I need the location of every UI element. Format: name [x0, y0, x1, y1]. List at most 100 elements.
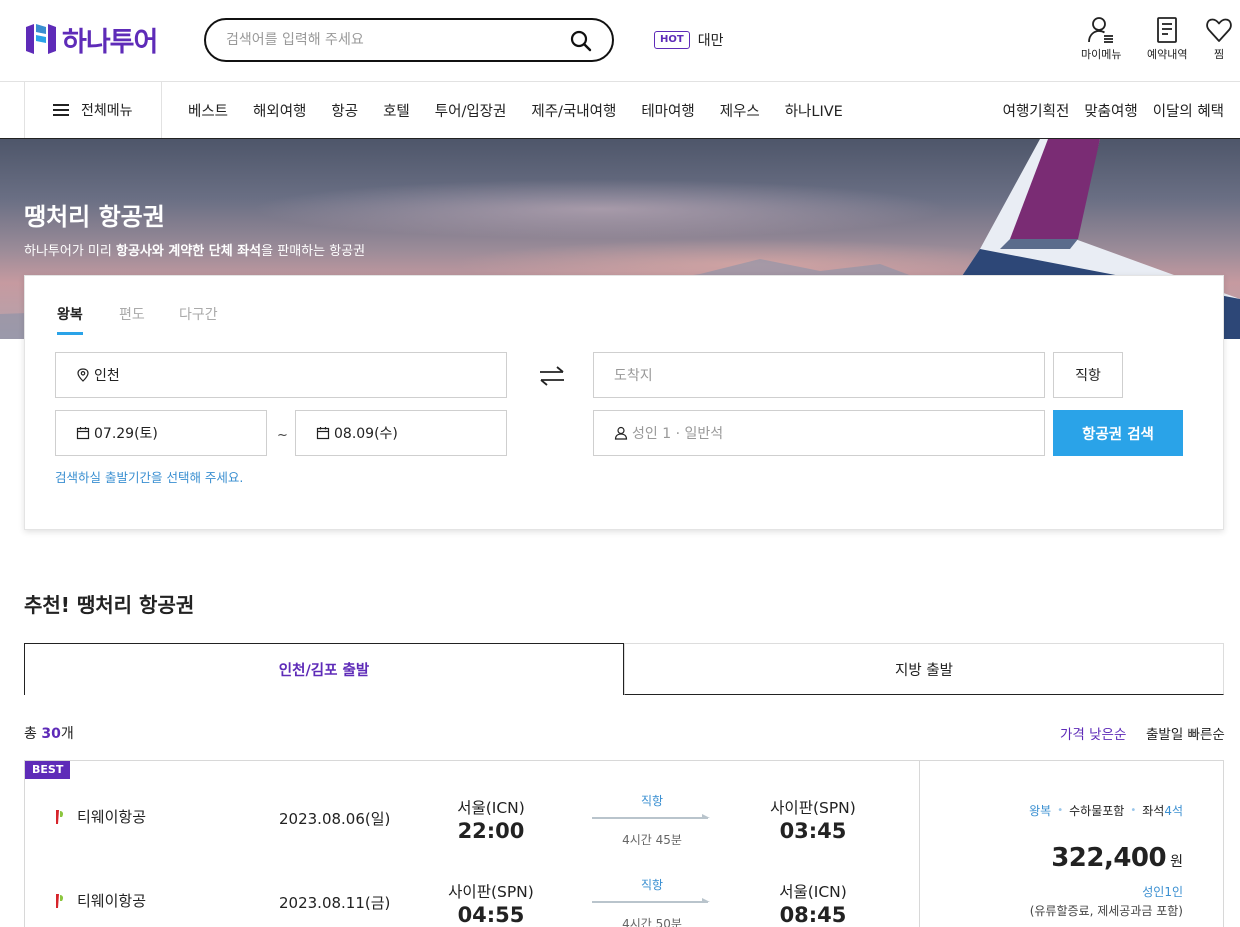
hamburger-icon [53, 104, 69, 116]
from-time: 04:55 [457, 903, 525, 927]
flight-date: 2023.08.06(일) [279, 810, 391, 828]
search-box [204, 18, 614, 62]
search-flight-button[interactable]: 항공권 검색 [1053, 410, 1183, 456]
swap-icon[interactable] [537, 365, 567, 387]
flight-search-panel: 왕복 편도 다구간 인천 도착지 직항 07.29(토) ~ 08.09(수) … [24, 275, 1224, 530]
origin-value: 인천 [94, 368, 120, 384]
search-icon[interactable] [570, 30, 592, 52]
baggage-label: 수하물포함 [1069, 804, 1125, 818]
return-date-value: 08.09(수) [334, 426, 398, 442]
tab-round-trip[interactable]: 왕복 [57, 304, 83, 335]
tab-incheon-gimpo[interactable]: 인천/김포 출발 [24, 643, 624, 695]
nav-item-hotel[interactable]: 호텔 [383, 100, 410, 121]
direct-flight-toggle[interactable]: 직항 [1053, 352, 1123, 398]
hot-keyword[interactable]: HOT 대만 [654, 30, 723, 50]
from-city: 서울(ICN) [457, 799, 525, 817]
nav-item-live[interactable]: 하나LIVE [785, 100, 843, 121]
tway-logo-icon [56, 893, 64, 908]
destination-placeholder: 도착지 [614, 368, 653, 384]
user-menu-icon [1088, 17, 1114, 43]
recommend-title: 추천! 땡처리 항공권 [24, 593, 195, 617]
airline-leg1: 티웨이항공 [53, 806, 146, 827]
flight-type: 직항 [640, 878, 664, 892]
sort-departure-early[interactable]: 출발일 빠른순 [1146, 723, 1225, 743]
flight-type: 직항 [640, 794, 664, 808]
wishlist-button[interactable]: 찜 [1205, 16, 1233, 62]
airline-leg2: 티웨이항공 [53, 890, 146, 911]
depart-date-value: 07.29(토) [94, 426, 158, 442]
total-count: 총 30개 [24, 726, 74, 742]
to-city: 사이판(SPN) [770, 799, 856, 817]
document-icon [1157, 17, 1178, 43]
my-menu-label: 마이메뉴 [1081, 48, 1122, 61]
date-helper-text: 검색하실 출발기간을 선택해 주세요. [55, 470, 244, 485]
hot-badge: HOT [654, 31, 690, 49]
seats-count: 4석 [1164, 804, 1183, 818]
search-input[interactable] [226, 20, 566, 60]
nav-item-theme[interactable]: 테마여행 [641, 100, 694, 121]
nav-item-overseas[interactable]: 해외여행 [253, 100, 306, 121]
heart-icon [1206, 18, 1232, 42]
flight-duration: 4시간 45분 [622, 833, 682, 847]
seats-label: 좌석 [1142, 804, 1165, 818]
header: 하나투어 HOT 대만 마이메뉴 예약내역 [0, 0, 1240, 82]
sort-price-low[interactable]: 가격 낮은순 [1060, 723, 1126, 743]
tway-logo-icon [56, 809, 64, 824]
passenger-value: 성인 1 · 일반석 [632, 426, 724, 442]
hanatour-logo[interactable]: 하나투어 [24, 22, 158, 58]
nav-item-tour[interactable]: 투어/입장권 [435, 100, 507, 121]
nav-item-flight[interactable]: 항공 [331, 100, 358, 121]
nav-item-best[interactable]: 베스트 [188, 100, 228, 121]
tab-one-way[interactable]: 편도 [119, 304, 145, 332]
logo-text: 하나투어 [62, 26, 158, 58]
flight-card[interactable]: BEST 티웨이항공 2023.08.06(일) 서울(ICN) 22:00 직… [24, 760, 1224, 927]
price-unit: 원 [1170, 854, 1183, 870]
flight-arrow-icon [592, 898, 710, 903]
person-icon [614, 426, 628, 440]
passenger-field[interactable]: 성인 1 · 일반석 [593, 410, 1045, 456]
nav-item-jeju[interactable]: 제주/국내여행 [531, 100, 616, 121]
reservation-label: 예약내역 [1147, 48, 1188, 61]
fare-price: 322,400 원 [1051, 843, 1183, 873]
logo-mark-icon [26, 24, 56, 54]
main-nav: 전체메뉴 베스트 해외여행 항공 호텔 투어/입장권 제주/국내여행 테마여행 … [0, 82, 1240, 139]
return-date-field[interactable]: 08.09(수) [295, 410, 507, 456]
nav-item-zeus[interactable]: 제우스 [720, 100, 760, 121]
hero-subtitle: 하나투어가 미리 항공사와 계약한 단체 좌석을 판매하는 항공권 [24, 244, 366, 259]
reservation-button[interactable]: 예약내역 [1147, 16, 1187, 62]
hot-keyword-text[interactable]: 대만 [698, 30, 724, 50]
hero-title: 땡처리 항공권 [24, 203, 165, 231]
nav-right: 여행기획전 맞춤여행 이달의 혜택 [988, 82, 1224, 138]
calendar-icon [316, 427, 330, 440]
nav-items: 베스트 해외여행 항공 호텔 투어/입장권 제주/국내여행 테마여행 제우스 하… [188, 82, 868, 138]
tab-regional[interactable]: 지방 출발 [624, 643, 1224, 695]
airline-name: 티웨이항공 [77, 808, 147, 826]
destination-field[interactable]: 도착지 [593, 352, 1045, 398]
flight-date: 2023.08.11(금) [279, 894, 391, 912]
nav-item-custom[interactable]: 맞춤여행 [1084, 100, 1137, 121]
from-time: 22:00 [457, 819, 525, 843]
tab-multi-city[interactable]: 다구간 [179, 304, 218, 332]
best-badge: BEST [25, 761, 71, 779]
calendar-icon [76, 427, 90, 440]
airline-name: 티웨이항공 [77, 892, 147, 910]
nav-item-exhibition[interactable]: 여행기획전 [1003, 100, 1070, 121]
to-time: 03:45 [779, 819, 847, 843]
tax-note: (유류할증료, 제세공과금 포함) [1029, 904, 1183, 918]
from-city: 사이판(SPN) [448, 883, 534, 901]
fare-conditions: 왕복 • 수하물포함 • 좌석 4석 [1029, 804, 1183, 818]
location-pin-icon [77, 368, 89, 382]
date-range-separator: ~ [277, 428, 288, 443]
to-city: 서울(ICN) [779, 883, 847, 901]
to-time: 08:45 [779, 903, 847, 927]
my-menu-button[interactable]: 마이메뉴 [1081, 16, 1121, 62]
origin-field[interactable]: 인천 [55, 352, 507, 398]
trip-type-label: 왕복 [1029, 804, 1052, 818]
price-amount: 322,400 [1051, 843, 1167, 873]
wishlist-label: 찜 [1213, 48, 1225, 61]
depart-date-field[interactable]: 07.29(토) [55, 410, 267, 456]
all-menu-button[interactable]: 전체메뉴 [24, 82, 162, 138]
flight-duration: 4시간 50분 [622, 917, 682, 927]
passenger-basis: 성인1인 [1142, 885, 1183, 899]
nav-item-benefit[interactable]: 이달의 혜택 [1153, 100, 1224, 121]
